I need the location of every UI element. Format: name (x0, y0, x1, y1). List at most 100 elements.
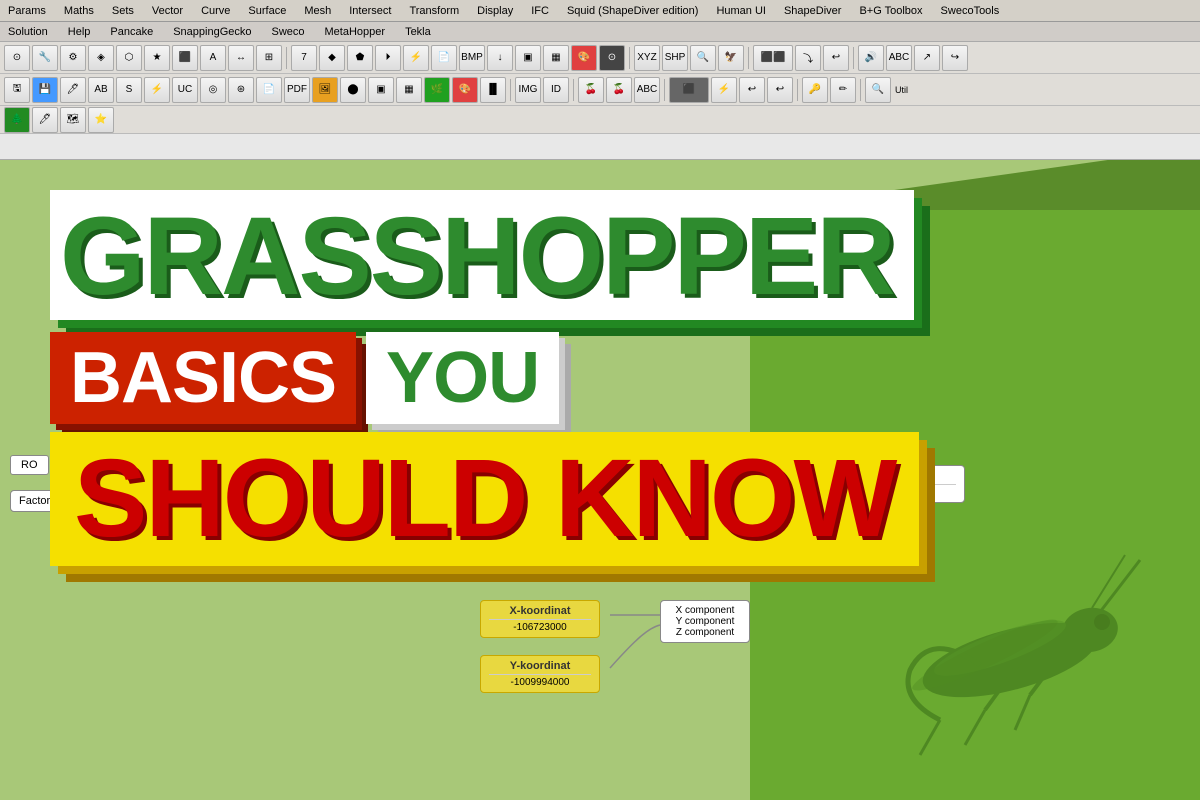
tb2-btn-5[interactable]: S (116, 77, 142, 103)
tb-btn-16[interactable]: 📄 (431, 45, 457, 71)
tb2-btn-15[interactable]: ▦ (396, 77, 422, 103)
tb2-btn-7[interactable]: UC (172, 77, 198, 103)
tb-btn-22[interactable]: ⊙ (599, 45, 625, 71)
menu-ifc[interactable]: IFC (527, 3, 553, 19)
submenu-snappinggecko[interactable]: SnappingGecko (169, 24, 255, 40)
canvas-area: RO List Index N i Factor ⚡Z Unit vector … (0, 160, 1200, 800)
tb2-btn-1[interactable]: 🖫 (4, 77, 30, 103)
tb2-btn-20[interactable]: ID (543, 77, 569, 103)
menu-bar: Params Maths Sets Vector Curve Surface M… (0, 0, 1200, 22)
tb2-btn-10[interactable]: 📄 (256, 77, 282, 103)
tb-btn-30[interactable]: 🔊 (858, 45, 884, 71)
submenu-sweco[interactable]: Sweco (267, 24, 308, 40)
tb2-btn-19[interactable]: IMG (515, 77, 541, 103)
tb-btn-33[interactable]: ↪ (942, 45, 968, 71)
tb2-btn-8[interactable]: ◎ (200, 77, 226, 103)
tb-btn-7[interactable]: ⬛ (172, 45, 198, 71)
tb-btn-15[interactable]: ⚡ (403, 45, 429, 71)
tb-btn-13[interactable]: ⬟ (347, 45, 373, 71)
tb-btn-31[interactable]: ABC (886, 45, 912, 71)
menu-bgtoolbox[interactable]: B+G Toolbox (855, 3, 926, 19)
menu-surface[interactable]: Surface (244, 3, 290, 19)
tb-btn-18[interactable]: ↓ (487, 45, 513, 71)
submenu-tekla[interactable]: Tekla (401, 24, 435, 40)
tb-btn-9[interactable]: ↔ (228, 45, 254, 71)
tb2-btn-25[interactable]: ⚡ (711, 77, 737, 103)
tb2-btn-21[interactable]: 🍒 (578, 77, 604, 103)
menu-vector[interactable]: Vector (148, 3, 187, 19)
tb2-btn-13[interactable]: ⬤ (340, 77, 366, 103)
x-koordinat-node[interactable]: X-koordinat -106723000 (480, 600, 600, 638)
tb2-btn-26[interactable]: ↩ (739, 77, 765, 103)
tb-btn-19[interactable]: ▣ (515, 45, 541, 71)
tb-btn-17[interactable]: BMP (459, 45, 485, 71)
menu-maths[interactable]: Maths (60, 3, 98, 19)
submenu-metahopper[interactable]: MetaHopper (321, 24, 390, 40)
tb2-btn-27[interactable]: ↩ (767, 77, 793, 103)
tb-btn-26[interactable]: 🦅 (718, 45, 744, 71)
menu-params[interactable]: Params (4, 3, 50, 19)
tb2-btn-4[interactable]: AB (88, 77, 114, 103)
tb-btn-21[interactable]: 🎨 (571, 45, 597, 71)
tb3-btn-4[interactable]: ⭐ (88, 107, 114, 133)
tb3-btn-1[interactable]: 🌲 (4, 107, 30, 133)
tb-btn-6[interactable]: ★ (144, 45, 170, 71)
submenu-solution[interactable]: Solution (4, 24, 52, 40)
tb2-btn-12[interactable]: 🖼 (312, 77, 338, 103)
y-component-label: Y component (669, 616, 741, 627)
tb2-btn-3[interactable]: 🖊 (60, 77, 86, 103)
tb-sep-3 (748, 47, 749, 69)
menu-mesh[interactable]: Mesh (300, 3, 335, 19)
tb2-btn-17[interactable]: 🎨 (452, 77, 478, 103)
menu-swecotools[interactable]: SwecoTools (937, 3, 1004, 19)
tb-btn-4[interactable]: ◈ (88, 45, 114, 71)
tb2-btn-14[interactable]: ▣ (368, 77, 394, 103)
tb-btn-10[interactable]: ⊞ (256, 45, 282, 71)
tb3-btn-2[interactable]: 🖊 (32, 107, 58, 133)
tb-btn-25[interactable]: 🔍 (690, 45, 716, 71)
tb-btn-5[interactable]: ⬡ (116, 45, 142, 71)
menu-intersect[interactable]: Intersect (345, 3, 395, 19)
tb-btn-3[interactable]: ⚙ (60, 45, 86, 71)
menu-shapediver[interactable]: ShapeDiver (780, 3, 845, 19)
tb2-btn-22[interactable]: 🍒 (606, 77, 632, 103)
tb-btn-20[interactable]: ▦ (543, 45, 569, 71)
tb2-btn-6[interactable]: ⚡ (144, 77, 170, 103)
tb-btn-8[interactable]: A (200, 45, 226, 71)
y-koordinat-node[interactable]: Y-koordinat -1009994000 (480, 655, 600, 693)
menu-sets[interactable]: Sets (108, 3, 138, 19)
tb2-btn-29[interactable]: ✏ (830, 77, 856, 103)
tb-btn-28[interactable]: ⤵ (795, 45, 821, 71)
menu-transform[interactable]: Transform (405, 3, 463, 19)
tb2-btn-16[interactable]: 🌿 (424, 77, 450, 103)
tb-btn-24[interactable]: SHP (662, 45, 688, 71)
tb-btn-2[interactable]: 🔧 (32, 45, 58, 71)
xyz-component-node[interactable]: X component Y component Z component (660, 600, 750, 643)
menu-curve[interactable]: Curve (197, 3, 234, 19)
tb-btn-32[interactable]: ↗ (914, 45, 940, 71)
tb-btn-12[interactable]: ◆ (319, 45, 345, 71)
tb2-btn-11[interactable]: PDF (284, 77, 310, 103)
tb2-btn-18[interactable]: ▐▌ (480, 77, 506, 103)
tb2-btn-9[interactable]: ⊛ (228, 77, 254, 103)
menu-squid[interactable]: Squid (ShapeDiver edition) (563, 3, 702, 19)
tb2-btn-30[interactable]: 🔍 (865, 77, 891, 103)
tb-btn-1[interactable]: ⊙ (4, 45, 30, 71)
tb2-sep-4 (797, 79, 798, 101)
submenu-pancake[interactable]: Pancake (106, 24, 157, 40)
submenu-help[interactable]: Help (64, 24, 95, 40)
title-basics-text: BASICS (70, 338, 336, 418)
tb2-btn-28[interactable]: 🔑 (802, 77, 828, 103)
tb-btn-14[interactable]: ⏵ (375, 45, 401, 71)
tb-btn-29[interactable]: ↩ (823, 45, 849, 71)
submenu-bar: Solution Help Pancake SnappingGecko Swec… (0, 22, 1200, 42)
tb2-btn-23[interactable]: ABC (634, 77, 660, 103)
menu-humanui[interactable]: Human UI (712, 3, 770, 19)
tb-btn-23[interactable]: XYZ (634, 45, 660, 71)
tb-btn-11[interactable]: 7 (291, 45, 317, 71)
menu-display[interactable]: Display (473, 3, 517, 19)
tb-btn-27[interactable]: ⬛⬛ (753, 45, 793, 71)
tb2-btn-24[interactable]: ⬛ (669, 77, 709, 103)
tb3-btn-3[interactable]: 🗺 (60, 107, 86, 133)
tb2-btn-2[interactable]: 💾 (32, 77, 58, 103)
